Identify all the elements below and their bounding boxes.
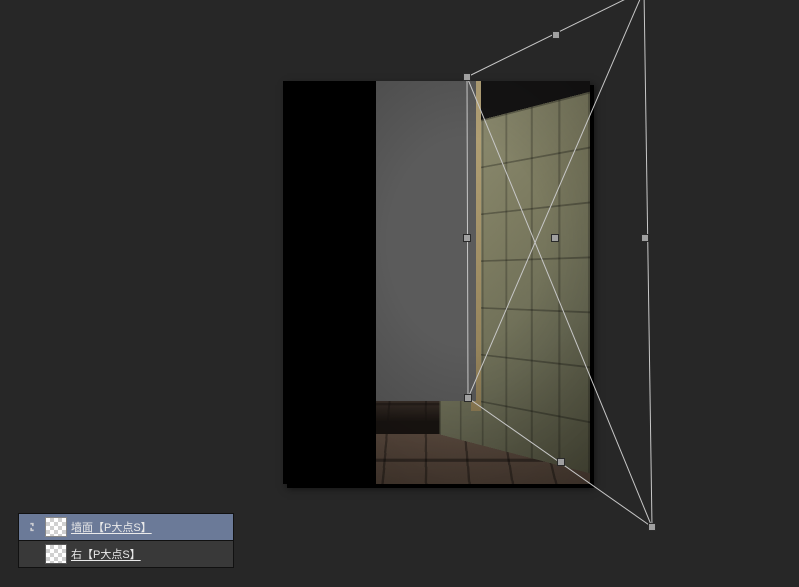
link-icon [19, 522, 45, 532]
layer-row[interactable]: 墙面【P大点S】 [18, 513, 234, 541]
transform-handle-tl[interactable] [464, 74, 470, 80]
layer-label: 右【P大点S】 [71, 546, 141, 562]
transform-handle-ml[interactable] [464, 235, 470, 241]
transform-handle-bm[interactable] [558, 459, 564, 465]
transform-handle-bl[interactable] [465, 395, 471, 401]
transform-handle-tm[interactable] [553, 32, 559, 38]
layer-thumbnail[interactable] [45, 544, 67, 564]
transform-edge[interactable] [644, 0, 652, 527]
layer-row[interactable]: 右【P大点S】 [18, 540, 234, 568]
document-canvas[interactable] [283, 81, 590, 484]
vignette [283, 81, 590, 484]
layers-panel: 墙面【P大点S】 右【P大点S】 [18, 514, 234, 568]
transform-edge[interactable] [467, 0, 644, 77]
layer-thumbnail[interactable] [45, 517, 67, 537]
transform-handle-mr[interactable] [642, 235, 648, 241]
transform-handle-c[interactable] [552, 235, 558, 241]
transform-handle-br[interactable] [649, 524, 655, 530]
layer-label: 墙面【P大点S】 [71, 519, 152, 535]
